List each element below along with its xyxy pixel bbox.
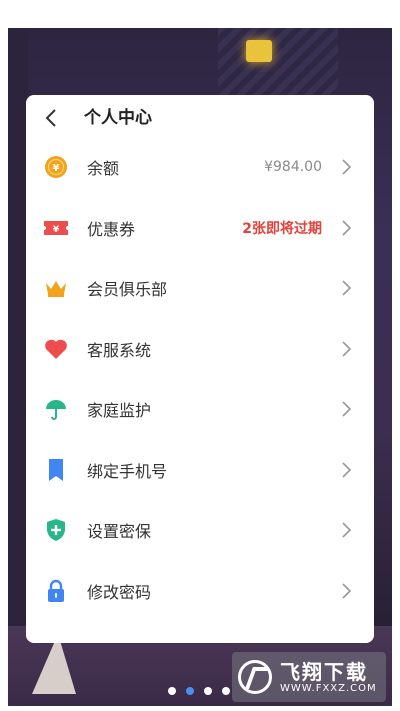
page-dot[interactable] xyxy=(168,687,176,695)
page-dot[interactable] xyxy=(204,687,212,695)
ticket-icon: ¥ xyxy=(43,215,69,241)
background-wall xyxy=(8,28,28,706)
menu-item-label: 优惠券 xyxy=(87,219,136,239)
svg-text:¥: ¥ xyxy=(53,163,60,174)
heart-icon xyxy=(43,336,69,362)
shield-plus-icon xyxy=(43,517,69,543)
menu-item-coupons[interactable]: ¥ 优惠券 2张即将过期 xyxy=(26,198,374,259)
menu-item-change-password[interactable]: 修改密码 xyxy=(26,561,374,622)
menu-item-balance[interactable]: ¥ 余额 ¥984.00 xyxy=(26,137,374,198)
chevron-right-icon xyxy=(342,583,352,599)
back-button[interactable] xyxy=(40,107,62,129)
coin-icon: ¥ xyxy=(43,154,69,180)
watermark-logo-icon xyxy=(238,660,272,694)
page-title: 个人中心 xyxy=(84,108,152,128)
chevron-right-icon xyxy=(342,522,352,538)
chevron-right-icon xyxy=(342,220,352,236)
coupon-expiry-notice: 2张即将过期 xyxy=(242,220,322,237)
background-sail xyxy=(32,634,76,694)
chevron-left-icon xyxy=(45,109,56,127)
chevron-right-icon xyxy=(342,159,352,175)
watermark-title: 飞翔下载 xyxy=(280,659,368,684)
page-dot-active[interactable] xyxy=(186,687,194,695)
page-dot[interactable] xyxy=(222,687,230,695)
lock-icon xyxy=(43,578,69,604)
watermark: 飞翔下载 WWW.FXXZ.COM xyxy=(232,652,386,702)
menu-item-label: 绑定手机号 xyxy=(87,461,168,481)
menu-item-label: 家庭监护 xyxy=(87,401,152,421)
crown-icon xyxy=(43,275,69,301)
balance-value: ¥984.00 xyxy=(264,159,322,176)
background-lamp xyxy=(246,40,272,62)
menu-item-membership-club[interactable]: 会员俱乐部 xyxy=(26,258,374,319)
chevron-right-icon xyxy=(342,462,352,478)
page-indicator xyxy=(168,687,230,695)
menu-item-family-guardian[interactable]: 家庭监护 xyxy=(26,379,374,440)
menu-item-label: 余额 xyxy=(87,159,120,179)
chevron-right-icon xyxy=(342,341,352,357)
menu-item-label: 修改密码 xyxy=(87,582,152,602)
menu-item-security-question[interactable]: 设置密保 xyxy=(26,500,374,561)
menu-item-customer-service[interactable]: 客服系统 xyxy=(26,319,374,380)
chevron-right-icon xyxy=(342,280,352,296)
menu-item-label: 会员俱乐部 xyxy=(87,280,168,300)
menu-list: ¥ 余额 ¥984.00 ¥ 优惠券 2张即将过期 会员俱乐部 客服系统 家庭监… xyxy=(26,137,374,621)
menu-item-bind-phone[interactable]: 绑定手机号 xyxy=(26,440,374,501)
menu-item-label: 客服系统 xyxy=(87,340,152,360)
personal-center-panel: 个人中心 ¥ 余额 ¥984.00 ¥ 优惠券 2张即将过期 会员俱乐部 客服系… xyxy=(26,95,374,643)
phone-bookmark-icon xyxy=(43,457,69,483)
watermark-text: 飞翔下载 WWW.FXXZ.COM xyxy=(280,661,377,694)
svg-text:¥: ¥ xyxy=(53,225,60,235)
panel-header: 个人中心 xyxy=(26,95,374,141)
watermark-url: WWW.FXXZ.COM xyxy=(280,682,377,694)
menu-item-label: 设置密保 xyxy=(87,522,152,542)
umbrella-icon xyxy=(43,396,69,422)
chevron-right-icon xyxy=(342,401,352,417)
